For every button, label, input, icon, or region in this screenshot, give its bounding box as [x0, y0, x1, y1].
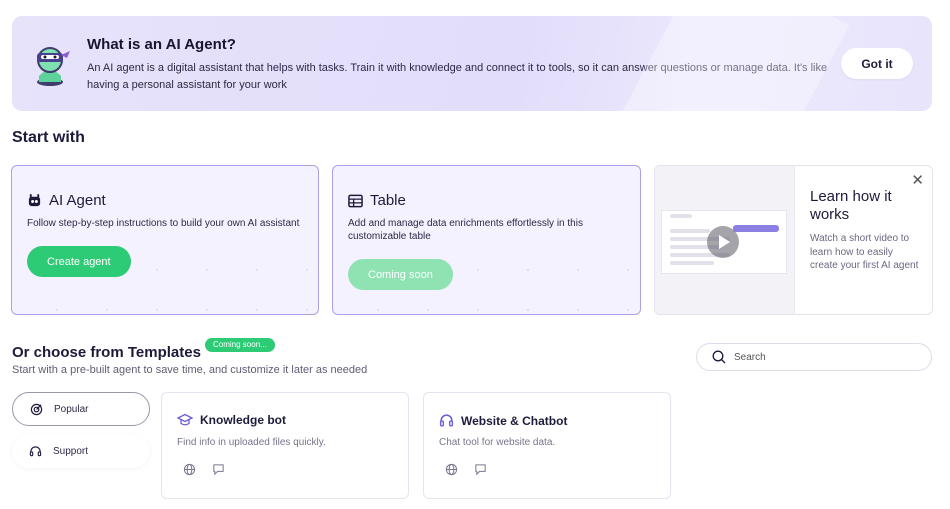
coming-soon-button: Coming soon — [348, 259, 453, 290]
video-thumbnail[interactable] — [655, 166, 795, 314]
preview-highlight — [733, 225, 779, 232]
robot-icon — [28, 193, 41, 207]
templates-heading: Or choose from Templates — [12, 344, 201, 361]
templates-subtitle: Start with a pre-built agent to save tim… — [12, 364, 368, 376]
table-icon — [348, 194, 363, 207]
headset-icon — [29, 445, 42, 456]
learn-description: Watch a short video to learn how to easi… — [810, 233, 919, 271]
graduation-cap-icon — [177, 413, 193, 426]
globe-icon — [445, 463, 458, 476]
template-title: Website & Chatbot — [461, 413, 568, 428]
chat-icon — [213, 464, 224, 476]
start-with-heading: Start with — [12, 129, 85, 146]
category-popular[interactable]: Popular — [12, 392, 150, 426]
template-card-website-chatbot[interactable]: Website & Chatbot Chat tool for website … — [423, 392, 671, 499]
table-card[interactable]: Table Add and manage data enrichments ef… — [332, 165, 641, 315]
coming-soon-badge: Coming soon... — [205, 338, 275, 352]
ai-agent-card[interactable]: AI Agent Follow step-by-step instruction… — [11, 165, 319, 315]
template-description: Find info in uploaded files quickly. — [177, 437, 326, 448]
play-icon[interactable] — [707, 226, 739, 258]
ai-agent-description: Follow step-by-step instructions to buil… — [27, 218, 300, 229]
learn-video-card[interactable]: Learn how it works Watch a short video t… — [654, 165, 933, 315]
got-it-button[interactable]: Got it — [841, 48, 913, 79]
template-description: Chat tool for website data. — [439, 437, 556, 448]
category-label: Popular — [54, 403, 89, 415]
ai-agent-title: AI Agent — [49, 192, 106, 209]
info-banner: What is an AI Agent? An AI agent is a di… — [12, 16, 932, 111]
category-label: Support — [53, 445, 89, 457]
learn-title: Learn how it works — [810, 188, 892, 223]
close-icon[interactable]: ✕ — [911, 171, 924, 189]
search-icon — [712, 350, 726, 364]
template-title: Knowledge bot — [200, 413, 286, 427]
headphones-icon — [439, 414, 454, 427]
ninja-mascot-icon — [37, 47, 70, 86]
target-icon — [30, 403, 43, 415]
chat-icon — [475, 464, 486, 476]
search-input[interactable] — [734, 348, 914, 366]
create-agent-button[interactable]: Create agent — [27, 246, 131, 277]
search-box[interactable] — [696, 343, 932, 371]
table-title: Table — [370, 192, 406, 209]
category-support[interactable]: Support — [12, 434, 150, 468]
template-card-knowledge-bot[interactable]: Knowledge bot Find info in uploaded file… — [161, 392, 409, 499]
banner-description: An AI agent is a digital assistant that … — [87, 62, 828, 91]
banner-title: What is an AI Agent? — [87, 36, 236, 53]
globe-icon — [183, 463, 196, 476]
table-description: Add and manage data enrichments effortle… — [348, 218, 583, 242]
